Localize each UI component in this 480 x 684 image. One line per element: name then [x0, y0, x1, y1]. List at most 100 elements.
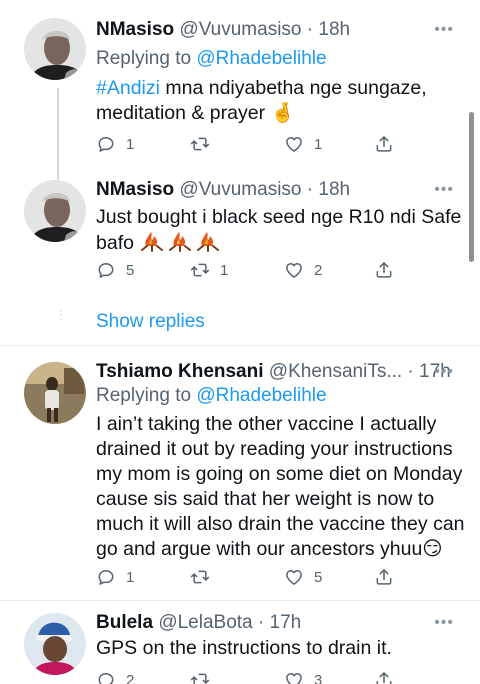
- retweet-icon: [190, 260, 210, 280]
- reply-button[interactable]: 1: [96, 564, 134, 590]
- reply-button[interactable]: 1: [96, 131, 134, 157]
- tweet-text: Just bought i black seed nge R10 ndi Saf…: [96, 205, 468, 256]
- replying-to-handle[interactable]: @Rhadebelihle: [196, 48, 326, 69]
- tweet-text-line: bafo: [96, 232, 134, 254]
- like-icon: [284, 567, 304, 587]
- reply-icon: [96, 670, 116, 684]
- share-button[interactable]: [374, 131, 394, 157]
- thread-line: [57, 88, 59, 160]
- avatar[interactable]: [24, 613, 86, 675]
- tweet-text: GPS on the instructions to drain it.: [96, 636, 468, 661]
- tweet-actions: 1 1: [96, 131, 406, 157]
- like-count: 1: [314, 135, 323, 153]
- tweet-text: I ain’t taking the other vaccine I actua…: [96, 412, 468, 562]
- tweet-header: NMasiso @Vuvumasiso · 18h •••: [96, 177, 470, 203]
- share-icon: [374, 260, 394, 280]
- tweet-text-line: Just bought i black seed nge R10 ndi Saf…: [96, 206, 462, 228]
- tweet-actions: 1 5: [96, 564, 406, 590]
- tweet-header: NMasiso @Vuvumasiso · 18h •••: [96, 17, 470, 43]
- display-name[interactable]: NMasiso: [96, 19, 174, 40]
- tweet-text-line: I ain’t taking the other vaccine I actua…: [96, 413, 437, 435]
- replying-to-label: Replying to: [96, 48, 192, 69]
- avatar[interactable]: [24, 180, 86, 242]
- retweet-icon: [190, 567, 210, 587]
- display-name[interactable]: Bulela: [96, 612, 153, 633]
- share-button[interactable]: [374, 564, 394, 590]
- tweet-header: Tshiamo Khensani @KhensaniTs... · 17h ••…: [96, 359, 470, 385]
- share-icon: [374, 567, 394, 587]
- tweet-2[interactable]: NMasiso @Vuvumasiso · 18h ••• Just bough…: [0, 160, 480, 300]
- tweet-text: #Andizi mna ndiyabetha nge sungaze, medi…: [96, 76, 468, 126]
- tweet-text-line: go and argue with our ancestors yhuu: [96, 538, 423, 560]
- user-handle[interactable]: @Vuvumasiso: [179, 19, 301, 40]
- reply-count: 1: [126, 135, 135, 153]
- like-count: 5: [314, 568, 323, 586]
- like-button[interactable]: 1: [284, 131, 322, 157]
- tweet-text-line: mna ndiyabetha nge sungaze,: [159, 77, 427, 99]
- hashtag-link[interactable]: #Andizi: [96, 77, 160, 99]
- like-icon: [284, 670, 304, 684]
- retweet-button[interactable]: [190, 131, 220, 157]
- like-icon: [284, 260, 304, 280]
- retweet-button[interactable]: [190, 564, 220, 590]
- replying-to-label: Replying to: [96, 385, 192, 406]
- like-button[interactable]: 2: [284, 257, 322, 283]
- share-button[interactable]: [374, 667, 394, 684]
- avatar[interactable]: [24, 362, 86, 424]
- share-icon: [374, 670, 394, 684]
- tweet-4[interactable]: Bulela @LelaBota · 17h ••• GPS on the in…: [0, 601, 480, 684]
- tweet-3[interactable]: Tshiamo Khensani @KhensaniTs... · 17h ••…: [0, 346, 480, 600]
- more-icon[interactable]: •••: [434, 359, 454, 385]
- replying-to-handle[interactable]: @Rhadebelihle: [196, 385, 326, 406]
- thread-line: [57, 160, 59, 180]
- tweet-actions: 2 3: [96, 667, 406, 684]
- retweet-icon: [190, 134, 210, 154]
- crossed-fingers-emoji: 🤞: [270, 102, 295, 124]
- timestamp[interactable]: 18h: [318, 179, 350, 200]
- fire-emoji: [139, 232, 223, 254]
- smirk-emoji: 😏: [422, 538, 443, 560]
- like-button[interactable]: 5: [284, 564, 322, 590]
- timestamp[interactable]: 17h: [270, 612, 302, 633]
- reply-count: 2: [126, 671, 135, 684]
- reply-count: 1: [126, 568, 135, 586]
- user-handle[interactable]: @Vuvumasiso: [179, 179, 301, 200]
- more-icon[interactable]: •••: [434, 177, 454, 203]
- retweet-button[interactable]: 1: [190, 257, 228, 283]
- share-icon: [374, 134, 394, 154]
- replying-to: Replying to @Rhadebelihle: [96, 46, 327, 72]
- reply-icon: [96, 567, 116, 587]
- thread-dots: ⋮: [55, 308, 67, 322]
- replying-to: Replying to @Rhadebelihle: [96, 383, 327, 409]
- tweet-1[interactable]: NMasiso @Vuvumasiso · 18h ••• Replying t…: [0, 0, 480, 160]
- user-handle[interactable]: @KhensaniTs...: [269, 361, 402, 382]
- tweet-text-line: my mom is going on some diet on Monday: [96, 463, 463, 485]
- display-name[interactable]: Tshiamo Khensani: [96, 361, 264, 382]
- tweet-text-line: drained it out by reading your instructi…: [96, 438, 453, 460]
- reply-icon: [96, 134, 116, 154]
- tweet-text-line: much it will also drain the vaccine they…: [96, 513, 465, 535]
- like-count: 2: [314, 261, 323, 279]
- like-count: 3: [314, 671, 323, 684]
- tweet-actions: 5 1 2: [96, 257, 406, 283]
- share-button[interactable]: [374, 257, 394, 283]
- reply-count: 5: [126, 261, 135, 279]
- like-icon: [284, 134, 304, 154]
- avatar[interactable]: [24, 18, 86, 80]
- display-name[interactable]: NMasiso: [96, 179, 174, 200]
- like-button[interactable]: 3: [284, 667, 322, 684]
- user-handle[interactable]: @LelaBota: [158, 612, 252, 633]
- retweet-count: 1: [220, 261, 229, 279]
- tweet-header: Bulela @LelaBota · 17h •••: [96, 610, 470, 636]
- retweet-icon: [190, 670, 210, 684]
- tweet-text-line: GPS on the instructions to drain it.: [96, 637, 392, 659]
- reply-button[interactable]: 2: [96, 667, 134, 684]
- retweet-button[interactable]: [190, 667, 220, 684]
- reply-button[interactable]: 5: [96, 257, 134, 283]
- reply-icon: [96, 260, 116, 280]
- more-icon[interactable]: •••: [434, 610, 454, 636]
- show-replies-link[interactable]: Show replies: [96, 311, 205, 333]
- more-icon[interactable]: •••: [434, 17, 454, 43]
- timestamp[interactable]: 18h: [318, 19, 350, 40]
- tweet-text-line: cause sis said that her weight is now to: [96, 488, 435, 510]
